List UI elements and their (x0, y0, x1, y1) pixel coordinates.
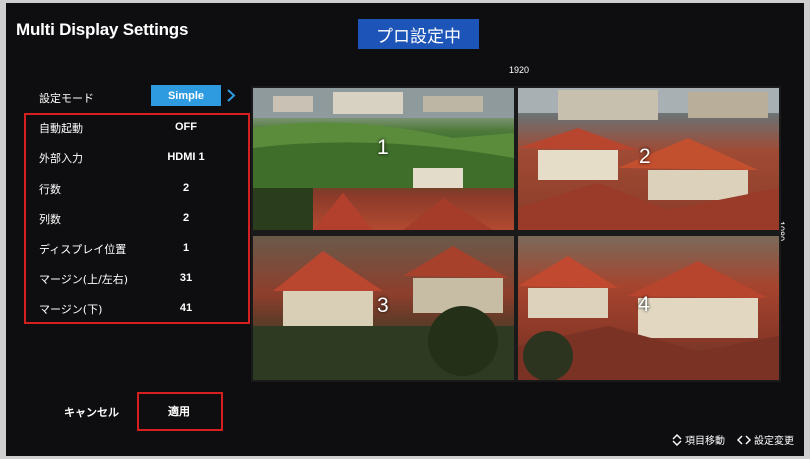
preview-tile-1: 1 (253, 88, 514, 230)
display-position-value[interactable]: 1 (156, 242, 216, 254)
preview-tile-4: 4 (518, 236, 779, 380)
up-down-icon (672, 433, 682, 446)
preview-tile-3: 3 (253, 236, 514, 380)
chevron-right-icon[interactable] (225, 85, 237, 106)
move-item-hint: 項目移動 (672, 432, 725, 447)
display-preview: 1 2 3 4 (251, 86, 781, 382)
left-right-icon (737, 435, 751, 444)
rows-label: 行数 (39, 183, 61, 196)
tile-2-number: 2 (639, 145, 651, 168)
margin-top-sides-value[interactable]: 31 (156, 272, 216, 284)
rows-value[interactable]: 2 (156, 182, 216, 194)
move-item-hint-label: 項目移動 (685, 436, 725, 447)
setting-mode-button[interactable]: Simple (151, 85, 221, 106)
margin-top-sides-label: マージン(上/左右) (39, 273, 129, 286)
change-setting-hint: 設定変更 (737, 432, 794, 447)
tile-1-number: 1 (377, 136, 389, 159)
tv-screen: Multi Display Settings プロ設定中 設定モード Simpl… (6, 3, 804, 456)
setting-mode-label: 設定モード (39, 92, 94, 105)
tile-4-number: 4 (638, 293, 650, 316)
auto-start-value[interactable]: OFF (156, 121, 216, 133)
margin-bottom-value[interactable]: 41 (156, 302, 216, 314)
tile-3-number: 3 (377, 294, 389, 317)
margin-bottom-label: マージン(下) (39, 303, 103, 316)
change-setting-hint-label: 設定変更 (754, 436, 794, 447)
display-position-label: ディスプレイ位置 (39, 243, 127, 256)
external-input-value[interactable]: HDMI 1 (156, 151, 216, 163)
page-title: Multi Display Settings (16, 20, 189, 39)
columns-label: 列数 (39, 213, 61, 226)
auto-start-label: 自動起動 (39, 122, 83, 135)
cancel-button[interactable]: キャンセル (64, 404, 119, 420)
columns-value[interactable]: 2 (156, 212, 216, 224)
external-input-label: 外部入力 (39, 152, 83, 165)
pro-settings-badge: プロ設定中 (358, 19, 479, 49)
preview-width-label: 1920 (509, 65, 530, 75)
apply-button[interactable]: 適用 (168, 403, 190, 419)
preview-tile-2: 2 (518, 88, 779, 230)
